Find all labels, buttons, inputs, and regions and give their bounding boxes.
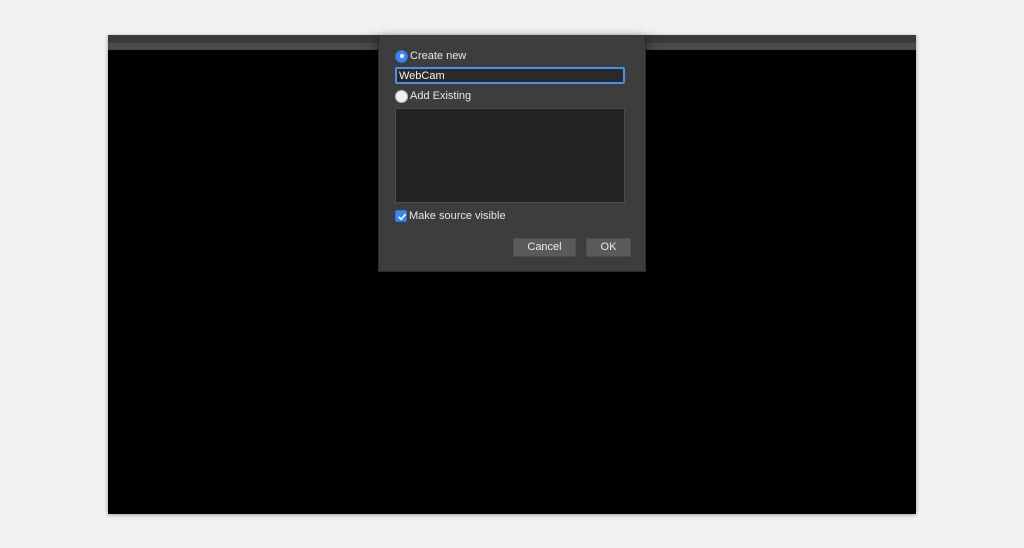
make-source-visible-option[interactable]: Make source visible — [395, 208, 506, 224]
checkmark-icon — [398, 213, 406, 221]
create-new-option[interactable]: Create new — [395, 48, 466, 64]
radio-selected-icon[interactable] — [395, 49, 408, 63]
source-name-input[interactable] — [395, 67, 625, 84]
ok-button[interactable]: OK — [586, 238, 631, 257]
checkbox-checked[interactable] — [395, 210, 407, 222]
radio-unselected-icon[interactable] — [395, 89, 408, 103]
cancel-button[interactable]: Cancel — [513, 238, 576, 257]
add-source-dialog: Create new Add Existing Make source visi… — [378, 35, 646, 272]
make-source-visible-label: Make source visible — [409, 210, 506, 222]
existing-sources-list[interactable] — [395, 108, 625, 203]
create-new-label: Create new — [410, 50, 467, 62]
add-existing-option[interactable]: Add Existing — [395, 88, 471, 104]
add-existing-label: Add Existing — [410, 90, 472, 102]
